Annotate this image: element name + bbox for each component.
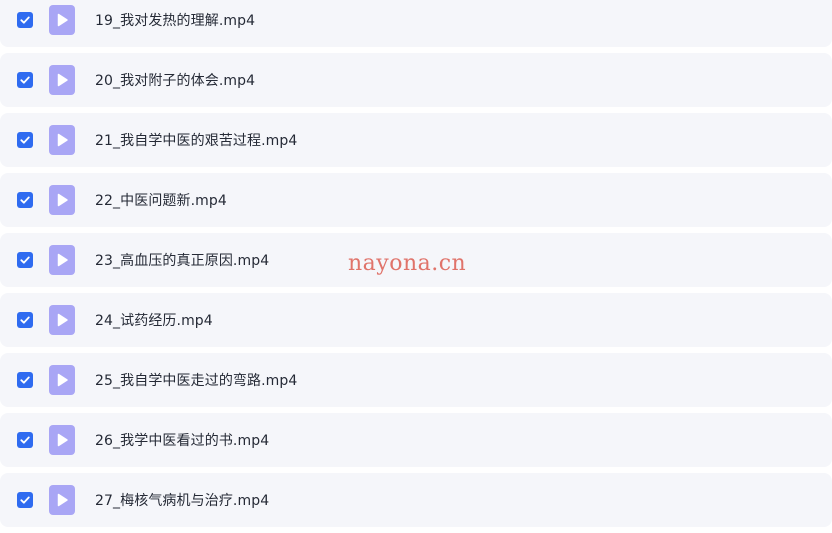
video-file-icon — [49, 5, 75, 35]
file-name[interactable]: 21_我自学中医的艰苦过程.mp4 — [95, 130, 297, 150]
check-icon — [20, 136, 30, 144]
check-icon — [20, 436, 30, 444]
file-row[interactable]: 21_我自学中医的艰苦过程.mp4 — [0, 113, 832, 167]
file-name[interactable]: 23_高血压的真正原因.mp4 — [95, 250, 269, 270]
checkbox[interactable] — [17, 72, 33, 88]
checkbox[interactable] — [17, 192, 33, 208]
checkbox[interactable] — [17, 372, 33, 388]
checkbox[interactable] — [17, 432, 33, 448]
file-name[interactable]: 26_我学中医看过的书.mp4 — [95, 430, 269, 450]
file-row[interactable]: 27_梅核气病机与治疗.mp4 — [0, 473, 832, 527]
video-file-icon — [49, 185, 75, 215]
video-file-icon — [49, 65, 75, 95]
file-row[interactable]: 19_我对发热的理解.mp4 — [0, 0, 832, 47]
video-file-icon — [49, 425, 75, 455]
file-row[interactable]: 22_中医问题新.mp4 — [0, 173, 832, 227]
file-name[interactable]: 24_试药经历.mp4 — [95, 310, 213, 330]
file-name[interactable]: 20_我对附子的体会.mp4 — [95, 70, 255, 90]
file-row[interactable]: 24_试药经历.mp4 — [0, 293, 832, 347]
video-file-icon — [49, 125, 75, 155]
check-icon — [20, 316, 30, 324]
check-icon — [20, 496, 30, 504]
check-icon — [20, 196, 30, 204]
checkbox[interactable] — [17, 252, 33, 268]
checkbox[interactable] — [17, 132, 33, 148]
checkbox[interactable] — [17, 12, 33, 28]
checkbox[interactable] — [17, 312, 33, 328]
watermark: nayona.cn — [348, 251, 467, 276]
file-name[interactable]: 25_我自学中医走过的弯路.mp4 — [95, 370, 297, 390]
video-file-icon — [49, 365, 75, 395]
check-icon — [20, 16, 30, 24]
file-row[interactable]: 20_我对附子的体会.mp4 — [0, 53, 832, 107]
video-file-icon — [49, 485, 75, 515]
file-name[interactable]: 27_梅核气病机与治疗.mp4 — [95, 490, 269, 510]
file-name[interactable]: 22_中医问题新.mp4 — [95, 190, 227, 210]
video-file-icon — [49, 305, 75, 335]
file-row[interactable]: 25_我自学中医走过的弯路.mp4 — [0, 353, 832, 407]
video-file-icon — [49, 245, 75, 275]
check-icon — [20, 256, 30, 264]
check-icon — [20, 376, 30, 384]
check-icon — [20, 76, 30, 84]
file-name[interactable]: 19_我对发热的理解.mp4 — [95, 10, 255, 30]
checkbox[interactable] — [17, 492, 33, 508]
file-row[interactable]: 26_我学中医看过的书.mp4 — [0, 413, 832, 467]
